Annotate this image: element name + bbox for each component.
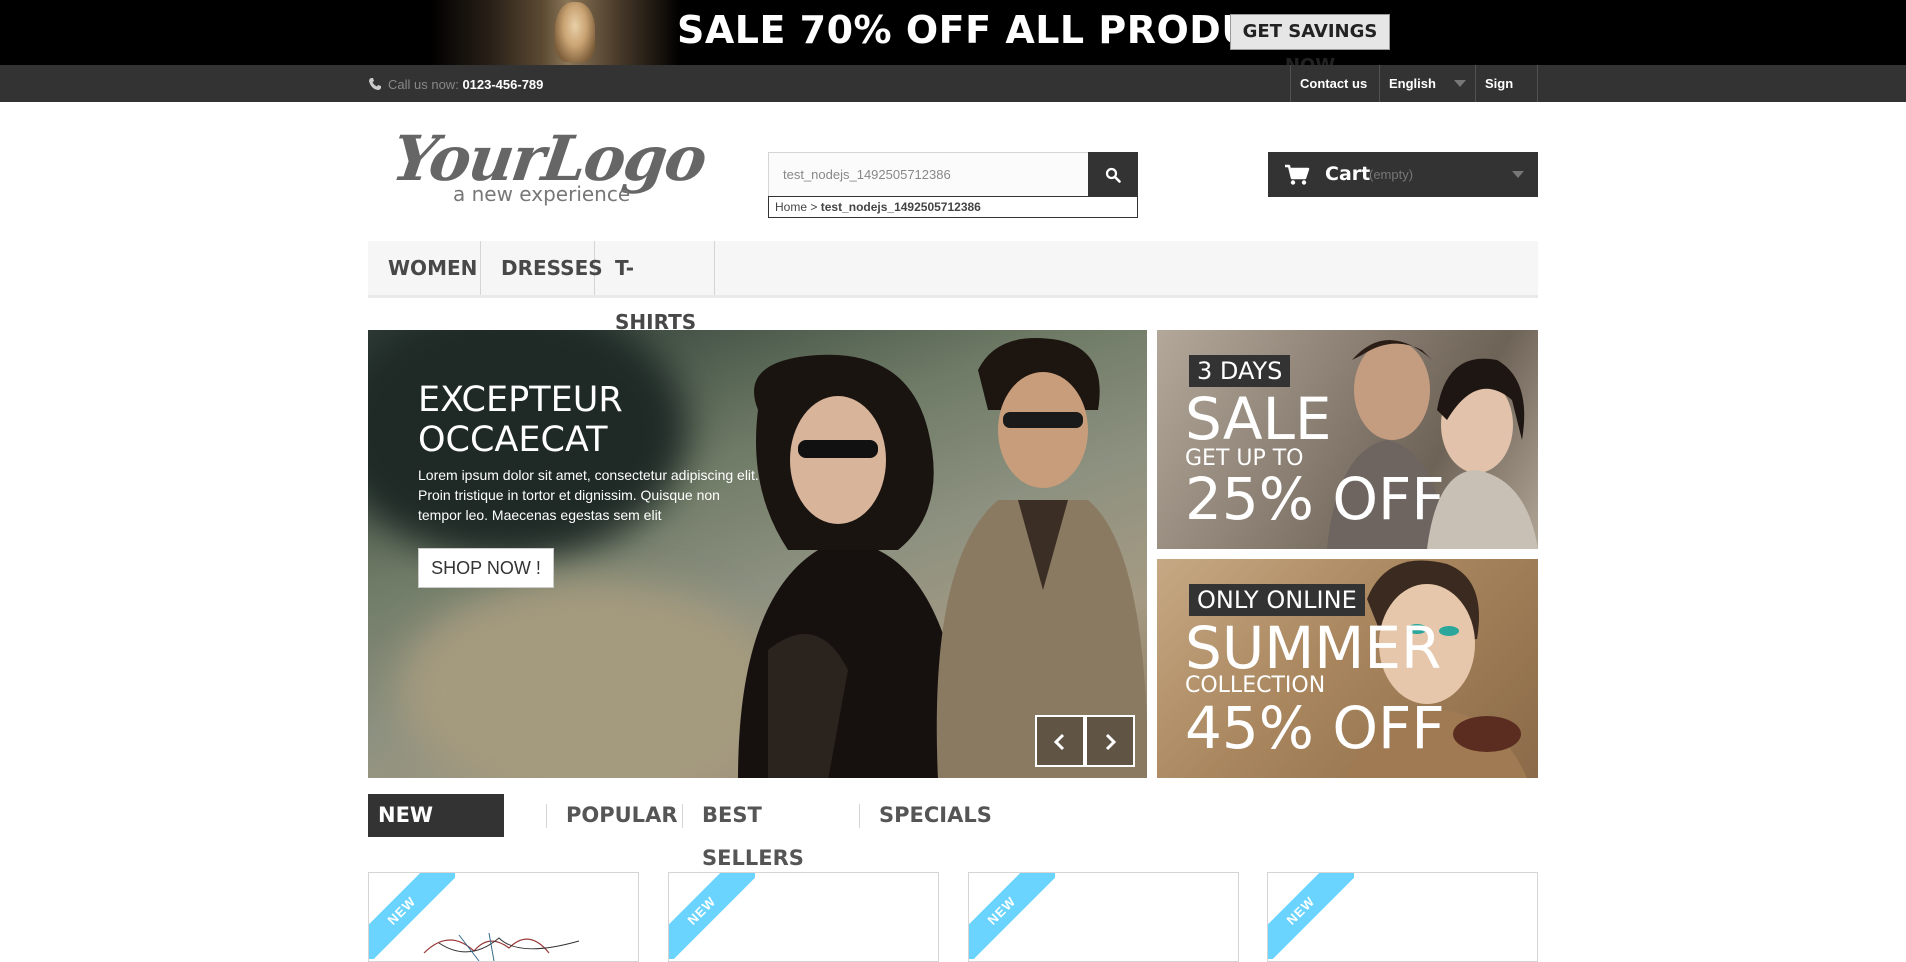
product-card[interactable]: NEW — [968, 872, 1239, 962]
tab-divider — [546, 804, 547, 828]
language-selector[interactable]: English — [1379, 65, 1475, 102]
promo2-discount: 45% OFF — [1185, 694, 1445, 762]
breadcrumb-home[interactable]: Home — [775, 200, 807, 214]
slide-title-line2: OCCAECAT — [418, 420, 608, 460]
home-slider: EXCEPTEUR OCCAECAT Lorem ipsum dolor sit… — [368, 330, 1147, 778]
new-badge: NEW — [369, 873, 455, 959]
slider-prev-button[interactable] — [1035, 715, 1085, 767]
chevron-left-icon — [1053, 733, 1065, 751]
menu-item-women[interactable]: WOMEN — [368, 241, 481, 295]
slide-title-line1: EXCEPTEUR — [418, 380, 623, 420]
shop-now-button[interactable]: SHOP NOW ! — [418, 548, 554, 588]
new-ribbon: NEW — [669, 873, 755, 959]
site-logo[interactable]: YourLogo a new experience — [388, 122, 710, 207]
promo-sale-banner[interactable]: 3 DAYS SALE GET UP TO 25% OFF — [1157, 330, 1538, 549]
cart-status: (empty) — [1369, 167, 1414, 182]
phone-icon — [369, 78, 381, 90]
slider-next-button[interactable] — [1085, 715, 1135, 767]
promo-banner[interactable]: SALE 70% OFF ALL PRODUCTS GET SAVINGS NO… — [0, 0, 1906, 65]
chevron-right-icon — [1105, 733, 1117, 751]
breadcrumb-separator: > — [810, 200, 818, 214]
logo-tagline: a new experience — [453, 182, 631, 206]
chevron-down-icon — [1453, 80, 1466, 87]
new-badge: NEW — [669, 873, 755, 959]
menu-item-tshirts[interactable]: T-SHIRTS — [595, 241, 715, 334]
phone-number: 0123-456-789 — [462, 77, 544, 92]
breadcrumb-current: test_nodejs_1492505712386 — [820, 200, 981, 214]
slide-title: EXCEPTEUR OCCAECAT — [418, 380, 623, 460]
slider-model-man — [936, 338, 1147, 778]
search-box — [768, 152, 1138, 197]
slide-description: Lorem ipsum dolor sit amet, consectetur … — [418, 467, 759, 523]
tab-divider — [682, 804, 683, 828]
top-nav-bar: Call us now: 0123-456-789 Contact us Eng… — [0, 65, 1906, 128]
menu-item-dresses[interactable]: DRESSES — [481, 241, 603, 295]
get-savings-button[interactable]: GET SAVINGS NOW — [1230, 14, 1390, 65]
new-badge: NEW — [1268, 873, 1354, 959]
new-badge: NEW — [969, 873, 1055, 959]
new-ribbon: NEW — [1268, 873, 1354, 959]
search-input[interactable] — [769, 153, 1089, 196]
promo1-discount: 25% OFF — [1185, 465, 1445, 533]
cart-icon — [1285, 164, 1310, 185]
language-label: English — [1389, 76, 1436, 91]
call-label: Call us now: — [388, 77, 459, 92]
product-card[interactable]: NEW — [368, 872, 639, 962]
promo2-headline: SUMMER — [1185, 614, 1442, 682]
new-ribbon: NEW — [969, 873, 1055, 959]
sign-in-link[interactable]: Sign in — [1475, 65, 1538, 128]
promo-summer-banner[interactable]: ONLY ONLINE SUMMER COLLECTION 45% OFF — [1157, 559, 1538, 778]
promo1-tag: 3 DAYS — [1189, 355, 1291, 387]
tab-popular[interactable]: POPULAR — [566, 794, 678, 837]
search-button[interactable] — [1088, 152, 1138, 197]
breadcrumb: Home > test_nodejs_1492505712386 — [768, 196, 1138, 218]
contact-us-link[interactable]: Contact us — [1290, 65, 1379, 102]
tab-specials[interactable]: SPECIALS — [879, 794, 992, 837]
tab-divider — [859, 804, 860, 828]
cart-label: Cart — [1325, 163, 1371, 185]
search-icon — [1105, 167, 1121, 183]
tab-new-arrivals[interactable]: NEW ARRIVALS — [368, 794, 504, 870]
promo1-headline: SALE — [1185, 385, 1332, 453]
call-us: Call us now: 0123-456-789 — [368, 77, 543, 92]
product-card[interactable]: NEW — [668, 872, 939, 962]
product-card[interactable]: NEW — [1267, 872, 1538, 962]
banner-model-face — [555, 2, 595, 62]
tab-best-sellers[interactable]: BEST SELLERS — [702, 794, 804, 870]
new-ribbon: NEW — [369, 873, 455, 959]
chevron-down-icon — [1512, 171, 1524, 178]
cart-button[interactable]: Cart (empty) — [1268, 152, 1538, 197]
main-menu: WOMEN DRESSES T-SHIRTS — [368, 241, 1538, 334]
promo2-tag: ONLY ONLINE — [1189, 584, 1365, 616]
